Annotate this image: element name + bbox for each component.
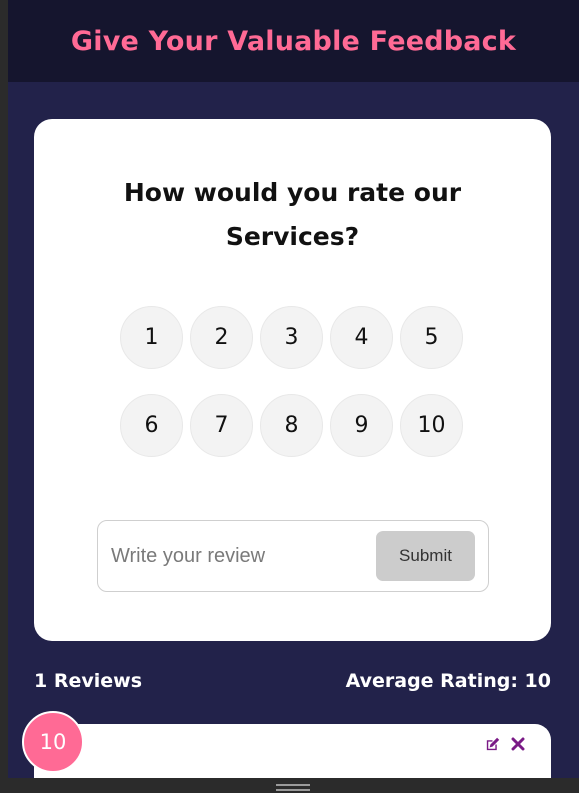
page-title: Give Your Valuable Feedback bbox=[70, 25, 517, 57]
close-icon[interactable] bbox=[509, 735, 527, 753]
edit-icon[interactable] bbox=[483, 735, 501, 753]
drag-handle-icon[interactable] bbox=[276, 784, 310, 792]
rating-button-2[interactable]: 2 bbox=[190, 306, 253, 369]
rating-row-1: 1 2 3 4 5 bbox=[120, 306, 465, 369]
rating-button-6[interactable]: 6 bbox=[120, 394, 183, 457]
rating-button-1[interactable]: 1 bbox=[120, 306, 183, 369]
header: Give Your Valuable Feedback bbox=[8, 0, 579, 82]
submit-button[interactable]: Submit bbox=[376, 531, 475, 581]
review-count: 1 Reviews bbox=[34, 670, 142, 692]
average-rating: Average Rating: 10 bbox=[345, 670, 551, 692]
rating-button-7[interactable]: 7 bbox=[190, 394, 253, 457]
rating-button-8[interactable]: 8 bbox=[260, 394, 323, 457]
rating-button-5[interactable]: 5 bbox=[400, 306, 463, 369]
rating-button-9[interactable]: 9 bbox=[330, 394, 393, 457]
rating-button-3[interactable]: 3 bbox=[260, 306, 323, 369]
review-stats: 1 Reviews Average Rating: 10 bbox=[34, 670, 551, 692]
review-input[interactable] bbox=[111, 544, 376, 568]
rating-options: 1 2 3 4 5 6 7 8 9 10 bbox=[120, 306, 465, 482]
review-rating-badge: 10 bbox=[22, 711, 84, 773]
feedback-card: How would you rate our Services? 1 2 3 4… bbox=[34, 119, 551, 641]
app-container: Give Your Valuable Feedback How would yo… bbox=[8, 0, 579, 778]
review-actions bbox=[483, 735, 527, 753]
rating-button-10[interactable]: 10 bbox=[400, 394, 463, 457]
review-form: Submit bbox=[97, 520, 489, 592]
rating-row-2: 6 7 8 9 10 bbox=[120, 394, 465, 457]
review-item bbox=[34, 724, 551, 778]
rating-question: How would you rate our Services? bbox=[123, 178, 462, 251]
rating-button-4[interactable]: 4 bbox=[330, 306, 393, 369]
